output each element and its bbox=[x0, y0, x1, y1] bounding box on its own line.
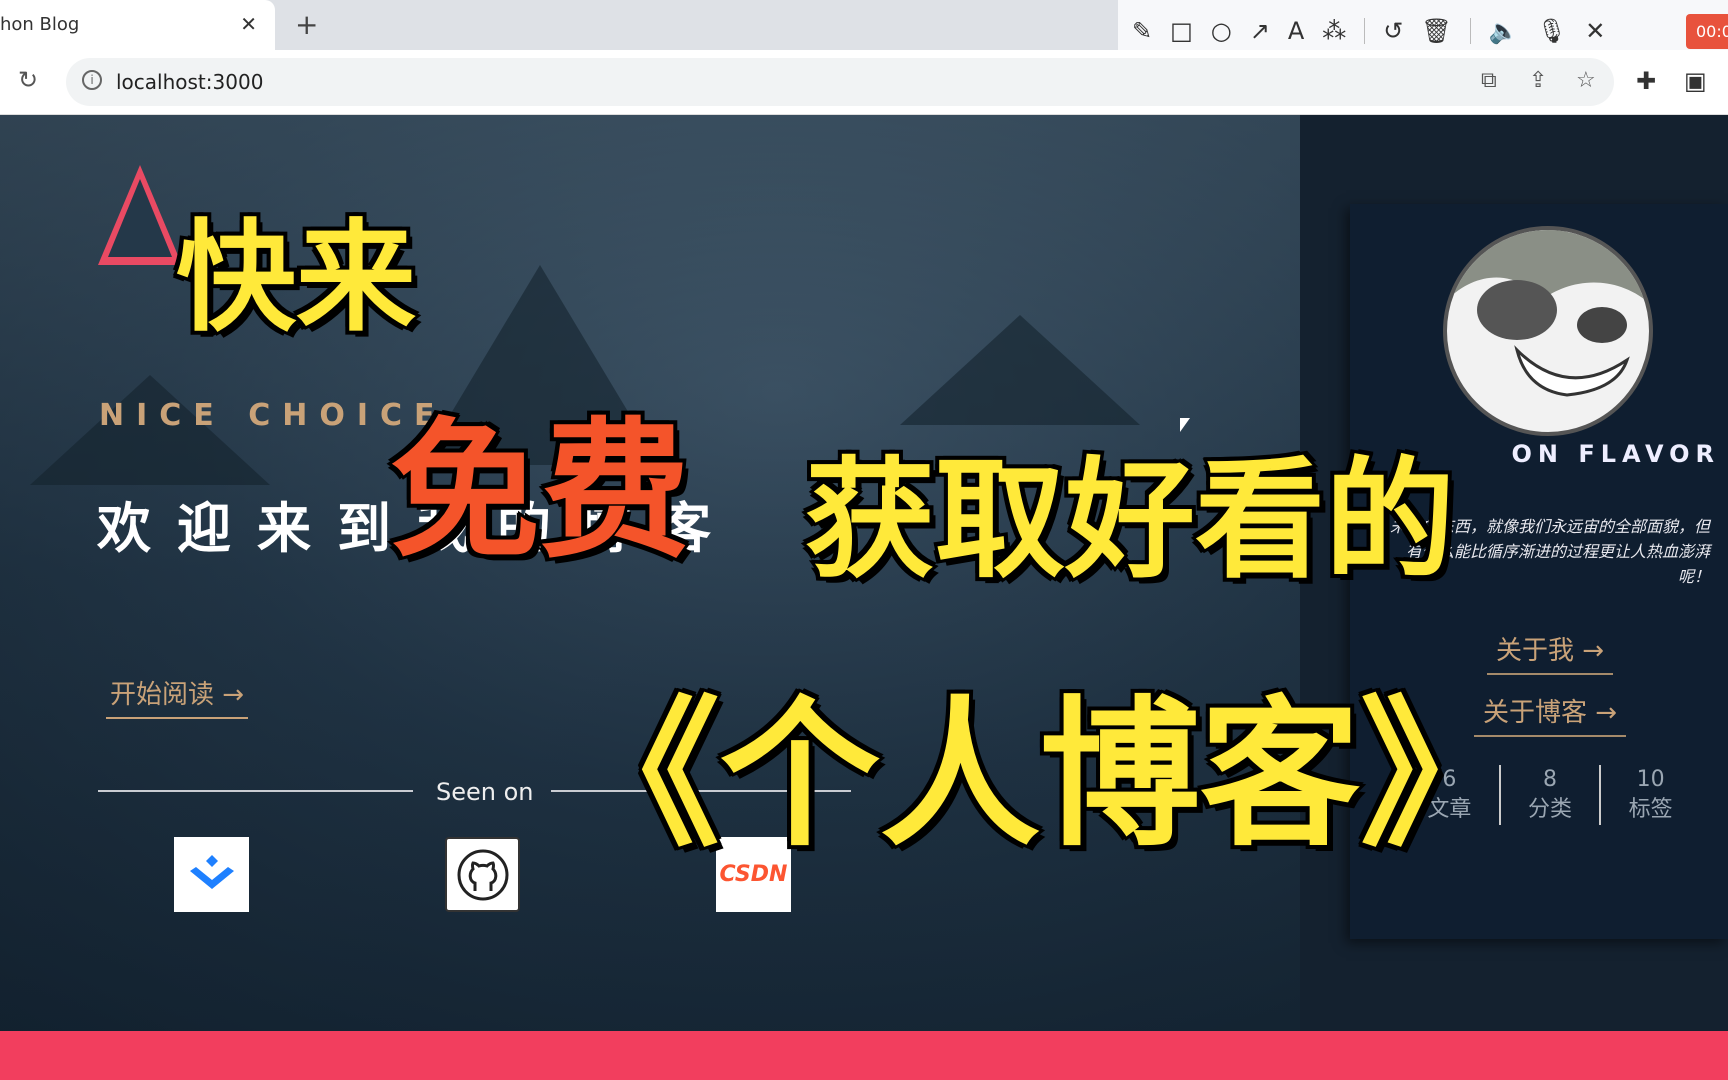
overlay-caption-1: 快来 bbox=[173, 206, 419, 351]
rectangle-icon[interactable]: □ bbox=[1170, 17, 1193, 45]
close-icon[interactable]: ✕ bbox=[1585, 17, 1605, 45]
divider bbox=[1469, 18, 1471, 44]
omnibox[interactable]: i localhost:3000 ⧉ ⇪ ☆ bbox=[66, 58, 1614, 106]
start-reading-button[interactable]: 开始阅读 → bbox=[106, 674, 249, 719]
stat-label: 标签 bbox=[1628, 797, 1673, 822]
undo-icon[interactable]: ↺ bbox=[1383, 17, 1403, 45]
seen-on-label: Seen on bbox=[436, 778, 534, 806]
circle-icon[interactable]: ○ bbox=[1211, 17, 1232, 45]
juejin-logo[interactable] bbox=[174, 837, 249, 912]
side-panel-icon[interactable]: ▣ bbox=[1684, 67, 1707, 95]
tab-close-icon[interactable]: ✕ bbox=[240, 12, 257, 36]
open-external-icon[interactable]: ⧉ bbox=[1481, 68, 1497, 93]
text-icon[interactable]: A bbox=[1288, 17, 1304, 45]
info-icon[interactable]: i bbox=[82, 70, 102, 90]
pencil-icon[interactable]: ✎ bbox=[1132, 17, 1152, 45]
tab-blog[interactable]: hon Blog ✕ bbox=[0, 0, 275, 50]
share-icon[interactable]: ⇪ bbox=[1529, 68, 1547, 93]
trash-icon[interactable]: 🗑 bbox=[1421, 17, 1451, 45]
url-text[interactable]: localhost:3000 bbox=[116, 70, 263, 94]
mountain bbox=[900, 315, 1140, 425]
record-timer[interactable]: 00:0 bbox=[1686, 13, 1728, 49]
speaker-icon[interactable]: 🔈 bbox=[1489, 17, 1519, 45]
stat-tags[interactable]: 10 标签 bbox=[1599, 765, 1700, 825]
magic-wand-icon[interactable]: ⁂ bbox=[1322, 17, 1346, 45]
overlay-caption-2: 免费 bbox=[387, 402, 693, 582]
overlay-caption-4: 《个人博客》 bbox=[557, 678, 1523, 871]
overlay-caption-3: 获取好看的 bbox=[802, 441, 1458, 599]
bottom-bar bbox=[0, 1031, 1728, 1080]
divider bbox=[98, 790, 413, 792]
site-logo-triangle[interactable] bbox=[98, 165, 182, 265]
microphone-icon[interactable]: 🎙 bbox=[1537, 17, 1567, 45]
new-tab-button[interactable]: + bbox=[295, 8, 318, 41]
address-bar-row: ↻ i localhost:3000 ⧉ ⇪ ☆ ✚ ▣ bbox=[0, 50, 1728, 115]
tab-title: hon Blog bbox=[0, 14, 80, 35]
stat-value: 10 bbox=[1636, 767, 1665, 792]
arrow-icon[interactable]: ↗ bbox=[1250, 17, 1270, 45]
extensions-icon[interactable]: ✚ bbox=[1636, 67, 1656, 95]
github-logo[interactable] bbox=[445, 837, 520, 912]
avatar bbox=[1443, 226, 1653, 436]
reload-icon[interactable]: ↻ bbox=[18, 66, 38, 94]
star-icon[interactable]: ☆ bbox=[1576, 68, 1596, 93]
divider bbox=[1364, 18, 1366, 44]
